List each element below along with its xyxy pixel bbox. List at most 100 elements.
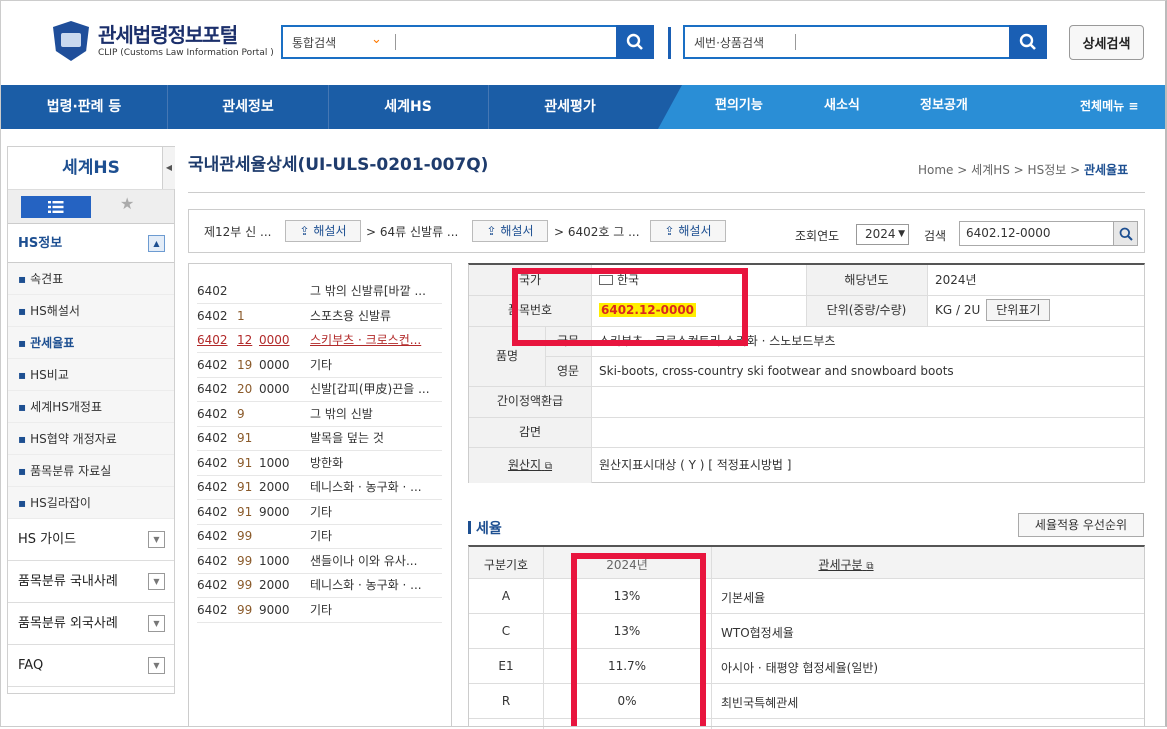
hs-list-row[interactable]: 6402 그 밖의 신발류[바깥 ... bbox=[197, 280, 442, 304]
all-menu-button[interactable]: 전체메뉴 ≡ bbox=[1080, 85, 1138, 129]
collapse-up-icon[interactable]: ▲ bbox=[148, 235, 165, 252]
hs-description: 그 밖의 신발 bbox=[310, 406, 373, 421]
hs-national-code: 1000 bbox=[259, 455, 290, 470]
search-button[interactable] bbox=[1113, 221, 1138, 246]
hs-heading-code: 6402 bbox=[197, 504, 228, 519]
unit-value: KG / 2U 단위표기 bbox=[927, 295, 1144, 326]
hs-list-row[interactable]: 6402 1 스포츠용 신발류 bbox=[197, 305, 442, 329]
sidebar-item-hs-convention[interactable]: ▪ HS협약 개정자료 bbox=[8, 423, 174, 455]
nav-world-hs[interactable]: 세계HS bbox=[328, 85, 488, 129]
hs-list-row[interactable]: 6402 91 발목을 덮는 것 bbox=[197, 427, 442, 451]
nav-customs-info[interactable]: 관세정보 bbox=[168, 85, 328, 129]
chevron-down-icon: ▼ bbox=[148, 531, 165, 548]
favorites-star-icon[interactable]: ★ bbox=[120, 194, 134, 213]
sidebar-collapse-icon[interactable]: ◀ bbox=[162, 147, 175, 189]
hs-list-row[interactable]: 6402 91 2000 테니스화 · 농구화 · ... bbox=[197, 476, 442, 500]
breadcrumb-home[interactable]: Home bbox=[918, 163, 953, 177]
hs-list-row[interactable]: 6402 19 0000 기타 bbox=[197, 354, 442, 378]
breadcrumb-world-hs[interactable]: 세계HS bbox=[971, 163, 1010, 177]
sidebar-group-faq[interactable]: FAQ ▼ bbox=[8, 645, 174, 687]
hs-subheading-code: 91 bbox=[237, 504, 253, 519]
hs-list-row[interactable]: 6402 20 0000 신발[갑피(甲皮)끈을 ... bbox=[197, 378, 442, 402]
hs-heading-code: 6402 bbox=[197, 357, 228, 372]
hs-description: 기타 bbox=[310, 602, 333, 617]
nav-valuation[interactable]: 관세평가 bbox=[488, 85, 652, 129]
sidebar-item-hs-guide[interactable]: ▪ HS길라잡이 bbox=[8, 487, 174, 519]
tariff-type: 아시아 · 태평양 협정세율(일반) bbox=[721, 661, 879, 675]
tax-code: R bbox=[501, 694, 511, 708]
english-name-value: Ski-boots, cross-country ski footwear an… bbox=[599, 364, 954, 378]
hs-subheading-code: 91 bbox=[237, 480, 253, 494]
nav-disclosure[interactable]: 정보공개 bbox=[920, 85, 968, 129]
sidebar-item-tariff-table[interactable]: ▪ 관세율표 bbox=[8, 327, 174, 359]
popup-icon: ⧉ bbox=[544, 461, 553, 472]
english-label: 영문 bbox=[545, 356, 591, 386]
sidebar-group-domestic-cases[interactable]: 품목분류 국내사례 ▼ bbox=[8, 561, 174, 603]
nav-laws[interactable]: 법령·판례 등 bbox=[0, 85, 168, 129]
chevron-down-icon: ▼ bbox=[148, 573, 165, 590]
tariff-type: WTO협정세율 bbox=[721, 626, 794, 640]
sidebar-item-hs-explanatory[interactable]: ▪ HS해설서 bbox=[8, 295, 174, 327]
hs-list-row[interactable]: 6402 99 9000 기타 bbox=[197, 599, 442, 623]
logo-subtitle: CLIP (Customs Law Information Portal ) bbox=[98, 48, 274, 58]
hs-description: 샌들이나 이와 유사... bbox=[310, 553, 418, 568]
hs-list-row[interactable]: 6402 99 기타 bbox=[197, 525, 442, 549]
hs-list-row[interactable]: 6402 91 1000 방한화 bbox=[197, 452, 442, 476]
hs-subheading-code: 91 bbox=[237, 431, 253, 445]
integrated-search-input[interactable] bbox=[401, 29, 611, 55]
chevron-down-icon[interactable]: ⌄ bbox=[371, 32, 382, 47]
unit-notation-button[interactable]: 단위표기 bbox=[986, 299, 1051, 321]
breadcrumb-hs-info[interactable]: HS정보 bbox=[1028, 163, 1067, 177]
search-scope-select[interactable]: 통합검색 bbox=[292, 34, 336, 51]
search-button[interactable] bbox=[616, 25, 654, 59]
hs-search-button[interactable] bbox=[1009, 25, 1047, 59]
chevron-down-icon: ▼ bbox=[148, 657, 165, 674]
part-explanatory-button[interactable]: ⇪ 해설서 bbox=[285, 220, 361, 242]
sidebar-item-classification-library[interactable]: ▪ 품목분류 자료실 bbox=[8, 455, 174, 487]
hs-heading-code: 6402 bbox=[197, 480, 228, 494]
sidebar-section-hs-info[interactable]: HS정보 ▲ bbox=[8, 223, 174, 263]
sidebar-group-hs-guide[interactable]: HS 가이드 ▼ bbox=[8, 519, 174, 561]
breadcrumb-current: 관세율표 bbox=[1083, 163, 1129, 177]
hs-list-row[interactable]: 6402 99 1000 샌들이나 이와 유사... bbox=[197, 550, 442, 574]
hs-description: 스포츠용 신발류 bbox=[310, 308, 392, 323]
hs-list-row[interactable]: 6402 12 0000 스키부츠 · 크로스컨... bbox=[197, 329, 442, 353]
year-select[interactable]: 2024 ▼ bbox=[856, 224, 909, 245]
hs-subheading-code: 99 bbox=[237, 602, 253, 617]
origin-label[interactable]: 원산지 ⧉ bbox=[469, 447, 591, 483]
popup-icon: ⧉ bbox=[866, 561, 874, 572]
sidebar-group-foreign-cases[interactable]: 품목분류 외국사례 ▼ bbox=[8, 603, 174, 645]
hs-list-row[interactable]: 6402 99 2000 테니스화 · 농구화 · ... bbox=[197, 574, 442, 598]
detail-search-button[interactable]: 상세검색 bbox=[1069, 25, 1144, 60]
year-label: 조회연도 bbox=[795, 229, 840, 243]
col-header-tariff-type[interactable]: 관세구분 ⧉ bbox=[711, 556, 981, 573]
hs-heading-code: 6402 bbox=[197, 406, 228, 421]
hs-list-row[interactable]: 6402 9 그 밖의 신발 bbox=[197, 403, 442, 427]
hs-description: 발목을 덮는 것 bbox=[310, 431, 384, 445]
customs-badge-icon bbox=[53, 21, 89, 61]
hs-heading-code: 6402 bbox=[197, 529, 228, 543]
nav-utility: 편의기능 새소식 정보공개 전체메뉴 ≡ bbox=[658, 85, 1167, 129]
hs-heading-code: 6402 bbox=[197, 382, 228, 396]
chapter-explanatory-button[interactable]: ⇪ 해설서 bbox=[472, 220, 548, 242]
hs-code-search-input[interactable]: 6402.12-0000 bbox=[959, 221, 1138, 246]
nav-convenience[interactable]: 편의기능 bbox=[715, 85, 763, 129]
list-icon bbox=[48, 201, 64, 213]
hs-heading-code: 6402 bbox=[197, 431, 228, 445]
sidebar-item-hs-compare[interactable]: ▪ HS비교 bbox=[8, 359, 174, 391]
hs-search-input[interactable] bbox=[801, 29, 1001, 55]
sidebar-title: 세계HS bbox=[62, 158, 120, 178]
col-header-code: 구분기호 bbox=[483, 558, 529, 572]
breadcrumb: Home > 세계HS > HS정보 > 관세율표 bbox=[918, 163, 1129, 177]
site-logo[interactable]: 관세법령정보포털 CLIP (Customs Law Information P… bbox=[53, 21, 274, 61]
sidebar-item-quick-table[interactable]: ▪ 속견표 bbox=[8, 263, 174, 295]
nav-news[interactable]: 새소식 bbox=[824, 85, 860, 129]
exemption-label: 감면 bbox=[469, 417, 591, 447]
sidebar-item-hs-revision[interactable]: ▪ 세계HS개정표 bbox=[8, 391, 174, 423]
hs-list-row[interactable]: 6402 91 9000 기타 bbox=[197, 501, 442, 525]
list-view-tab[interactable] bbox=[21, 196, 91, 218]
heading-explanatory-button[interactable]: ⇪ 해설서 bbox=[650, 220, 726, 242]
hs-heading-code: 6402 bbox=[197, 602, 228, 617]
hs-description: 기타 bbox=[310, 357, 333, 372]
tax-priority-button[interactable]: 세율적용 우선순위 bbox=[1018, 513, 1144, 537]
